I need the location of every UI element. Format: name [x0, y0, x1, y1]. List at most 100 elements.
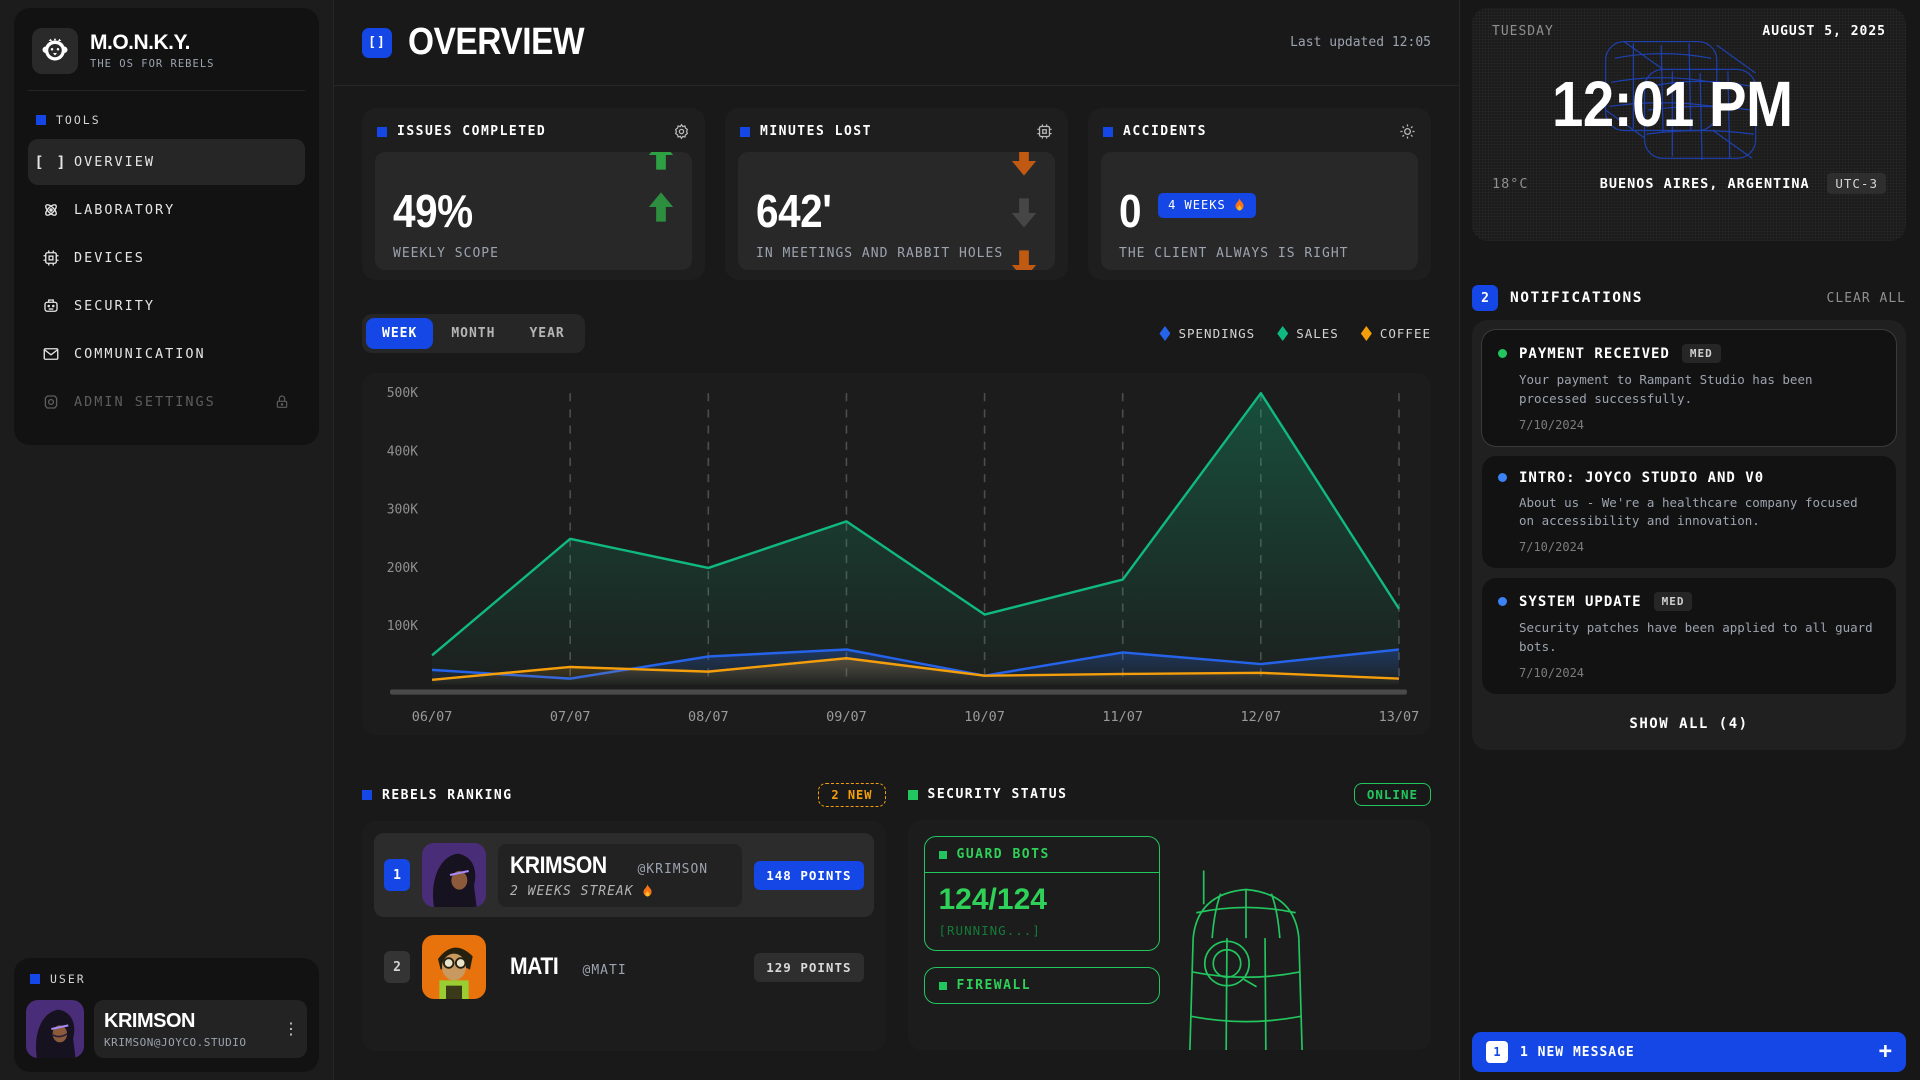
stat-body: 49% WEEKLY SCOPE: [375, 152, 692, 270]
stat-value: 642': [756, 188, 1037, 234]
streak-badge: 4 WEEKS: [1158, 193, 1256, 218]
spendings-sales-coffee-chart[interactable]: 100K200K300K400K500K06/0707/0708/0709/07…: [362, 373, 1431, 735]
new-message-bar[interactable]: 1 1 NEW MESSAGE +: [1472, 1032, 1906, 1072]
chart-legend: SPENDINGS SALES COFFEE: [1159, 326, 1431, 341]
notification-date: 7/10/2024: [1519, 418, 1880, 432]
sidebar-item-communication[interactable]: COMMUNICATION: [28, 331, 305, 377]
guard-bots-state: [RUNNING...]: [939, 923, 1145, 938]
stat-title: ISSUES COMPLETED: [397, 124, 546, 139]
tab-year[interactable]: YEAR: [513, 318, 580, 349]
section-marker: [30, 974, 40, 984]
svg-text:12/07: 12/07: [1241, 709, 1282, 725]
page-header: [] OVERVIEW Last updated 12:05: [334, 0, 1459, 86]
cpu-icon: [42, 249, 60, 267]
rank-info: MATI @MATI: [498, 945, 742, 989]
notification-date: 7/10/2024: [1519, 666, 1880, 680]
user-menu-icon[interactable]: ⋮: [283, 1026, 297, 1032]
severity-badge: MED: [1682, 344, 1721, 363]
range-tabs: WEEK MONTH YEAR: [362, 314, 585, 353]
notifications-panel: PAYMENT RECEIVED MED Your payment to Ram…: [1472, 320, 1906, 750]
fire-icon: [641, 884, 654, 899]
chart-canvas: 100K200K300K400K500K06/0707/0708/0709/07…: [368, 377, 1425, 733]
card-marker: [377, 127, 387, 137]
stat-title: ACCIDENTS: [1123, 124, 1207, 139]
clock-widget: TUESDAY AUGUST 5, 2025 12:01 PM 18°C BUE…: [1472, 8, 1906, 241]
monkey-logo-icon: [32, 28, 78, 74]
stat-body: 04 WEEKS THE CLIENT ALWAYS IS RIGHT: [1101, 152, 1418, 270]
guard-bot-wireframe-art: [1161, 862, 1331, 1050]
avatar-krimson: [422, 843, 486, 907]
right-sidebar: TUESDAY AUGUST 5, 2025 12:01 PM 18°C BUE…: [1460, 0, 1920, 1080]
user-avatar[interactable]: [26, 1000, 84, 1058]
notification-title: PAYMENT RECEIVED: [1519, 346, 1670, 362]
stat-caption: WEEKLY SCOPE: [393, 246, 674, 261]
notification-card-1[interactable]: PAYMENT RECEIVED MED Your payment to Ram…: [1482, 330, 1896, 446]
firewall-box: FIREWALL: [924, 967, 1160, 1004]
status-dot: [1498, 349, 1507, 358]
svg-text:06/07: 06/07: [412, 709, 453, 725]
notification-body: Security patches have been applied to al…: [1519, 619, 1879, 657]
diamond-marker: [1159, 326, 1170, 341]
svg-text:300K: 300K: [387, 503, 418, 518]
notifications-title: NOTIFICATIONS: [1510, 290, 1643, 306]
firewall-label: FIREWALL: [957, 978, 1032, 993]
stat-value: 49%: [393, 188, 674, 234]
overview-brackets-icon: []: [362, 28, 392, 58]
svg-text:100K: 100K: [387, 619, 418, 634]
left-sidebar: M.O.N.K.Y. THE OS FOR REBELS TOOLS [ ] O…: [0, 0, 334, 1080]
sidebar-item-security[interactable]: SECURITY: [28, 283, 305, 329]
clear-all-button[interactable]: CLEAR ALL: [1827, 291, 1906, 306]
ranking-row-2[interactable]: 2 MATI: [374, 925, 874, 1009]
sidebar-item-admin-settings[interactable]: ADMIN SETTINGS: [28, 379, 305, 425]
stat-caption: IN MEETINGS AND RABBIT HOLES: [756, 246, 1037, 261]
gear-icon[interactable]: [673, 123, 690, 140]
clock-day: TUESDAY: [1492, 24, 1554, 39]
show-all-button[interactable]: SHOW ALL (4): [1482, 704, 1896, 740]
svg-text:08/07: 08/07: [688, 709, 729, 725]
rank-number: 2: [384, 951, 410, 983]
atom-icon: [42, 201, 60, 219]
card-marker: [1103, 127, 1113, 137]
legend-spendings: SPENDINGS: [1159, 326, 1255, 341]
user-email: KRIMSON@JOYCO.STUDIO: [104, 1036, 275, 1049]
notification-card-3[interactable]: SYSTEM UPDATE MED Security patches have …: [1482, 578, 1896, 694]
tools-section-label: TOOLS: [28, 105, 305, 139]
tab-week[interactable]: WEEK: [366, 318, 433, 349]
rank-info: KRIMSON @KRIMSON 2 WEEKS STREAK: [498, 844, 742, 907]
svg-text:11/07: 11/07: [1102, 709, 1143, 725]
app-logo: M.O.N.K.Y. THE OS FOR REBELS: [28, 22, 305, 91]
svg-text:200K: 200K: [387, 561, 418, 576]
online-badge: ONLINE: [1354, 783, 1431, 806]
timezone-badge: UTC-3: [1827, 173, 1886, 194]
sun-icon[interactable]: [1399, 123, 1416, 140]
security-title: SECURITY STATUS: [928, 787, 1068, 802]
legend-coffee: COFFEE: [1361, 326, 1431, 341]
stat-body: 642' IN MEETINGS AND RABBIT HOLES: [738, 152, 1055, 270]
user-info[interactable]: KRIMSON KRIMSON@JOYCO.STUDIO ⋮: [94, 1000, 307, 1058]
aperture-icon: [42, 393, 60, 411]
svg-text:10/07: 10/07: [964, 709, 1005, 725]
rank-handle: @MATI: [583, 963, 627, 978]
ranking-title: REBELS RANKING: [382, 788, 513, 803]
notifications-count-badge: 2: [1472, 285, 1498, 311]
user-panel: USER KRIMSON KRIMSON@JOYCO.STUDIO ⋮: [14, 958, 319, 1072]
ranking-panel: 1 KRIMSON @KRIMSON: [362, 821, 886, 1051]
stat-title: MINUTES LOST: [760, 124, 872, 139]
plus-icon[interactable]: +: [1879, 1041, 1892, 1063]
notification-card-2[interactable]: INTRO: JOYCO STUDIO AND V0 About us - We…: [1482, 456, 1896, 569]
sidebar-item-devices[interactable]: DEVICES: [28, 235, 305, 281]
rank-name: KRIMSON: [510, 852, 620, 879]
fire-icon: [1233, 198, 1246, 213]
sidebar-item-overview[interactable]: [ ] OVERVIEW: [28, 139, 305, 185]
tab-month[interactable]: MONTH: [435, 318, 511, 349]
last-updated: Last updated 12:05: [1290, 35, 1431, 50]
ranking-row-1[interactable]: 1 KRIMSON @KRIMSON: [374, 833, 874, 917]
points-badge: 148 POINTS: [754, 861, 863, 890]
guard-bots-value: 124/124: [939, 883, 1145, 917]
svg-text:07/07: 07/07: [550, 709, 591, 725]
stats-row: ISSUES COMPLETED 49% WEEKLY SCOPE: [362, 108, 1431, 280]
sidebar-item-laboratory[interactable]: LABORATORY: [28, 187, 305, 233]
app-title: M.O.N.K.Y.: [90, 32, 214, 54]
cpu-icon[interactable]: [1036, 123, 1053, 140]
svg-text:09/07: 09/07: [826, 709, 867, 725]
